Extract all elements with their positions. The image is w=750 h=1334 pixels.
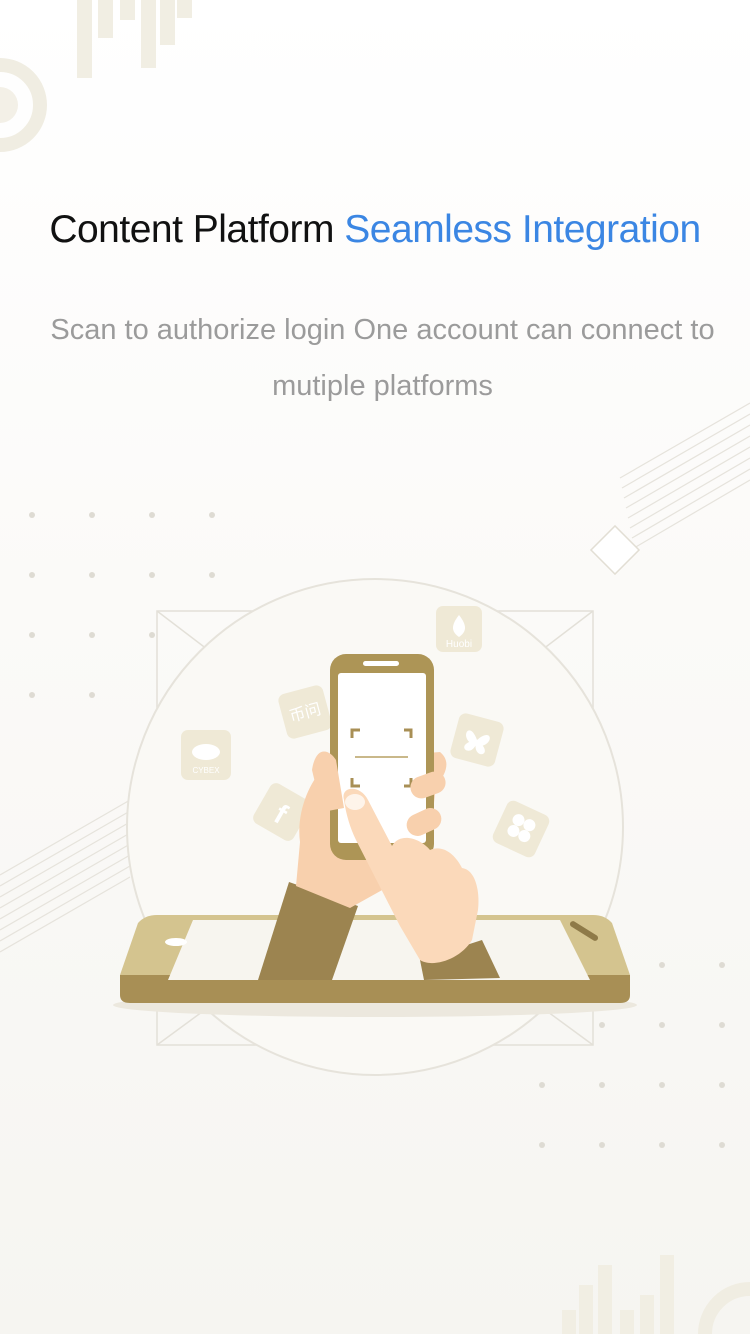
onboarding-page: Content Platform Seamless Integration Sc… <box>0 0 750 1334</box>
base-phone <box>113 915 637 1017</box>
svg-text:CYBEX: CYBEX <box>192 766 220 775</box>
cybex-icon: CYBEX <box>181 730 231 780</box>
svg-text:Huobi: Huobi <box>446 639 472 650</box>
scan-login-illustration: Huobi 币问 CYBEX f <box>113 578 637 1076</box>
huobi-icon: Huobi <box>436 606 482 652</box>
